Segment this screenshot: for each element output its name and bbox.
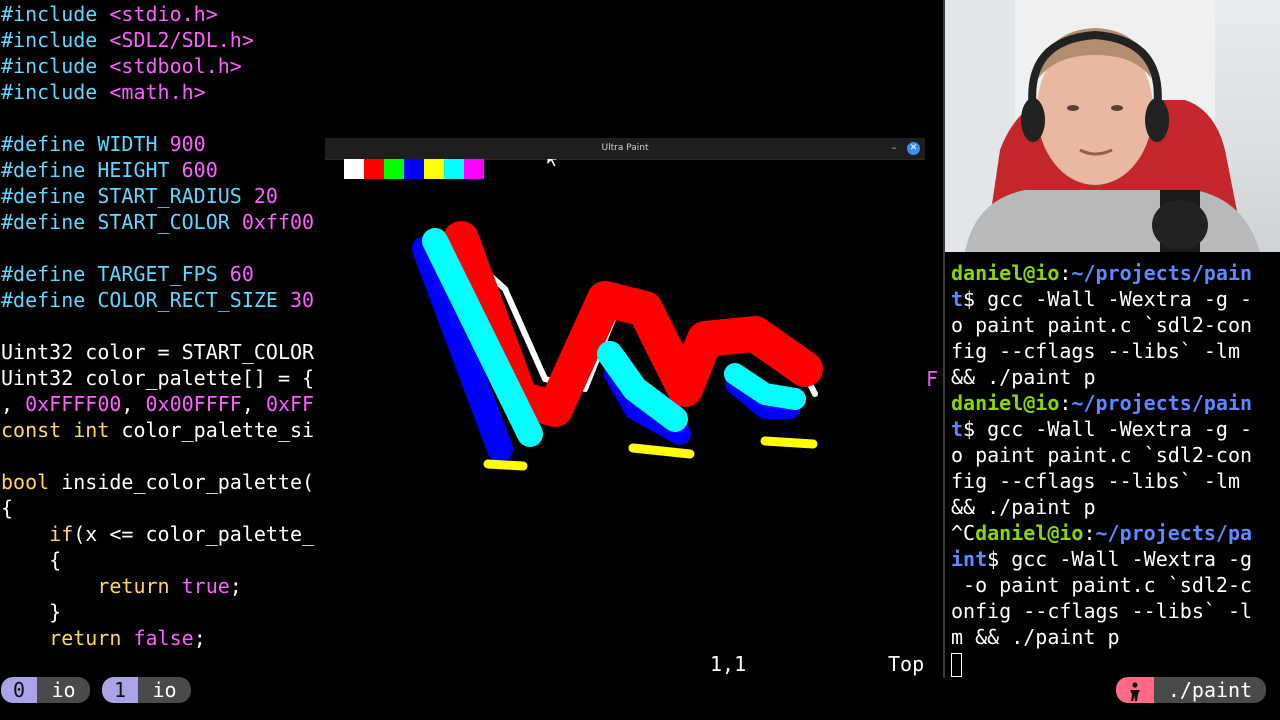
terminal-line: int$ gcc -Wall -Wextra -g <box>951 547 1253 571</box>
code-fragment: F <box>926 367 939 391</box>
code-line: { <box>1 548 62 572</box>
code-line: Uint32 color = START_COLOR <box>1 340 315 364</box>
terminal-pane[interactable]: daniel@io:~/projects/pain t$ gcc -Wall -… <box>945 252 1280 678</box>
terminal-line: daniel@io:~/projects/pain <box>951 391 1253 415</box>
minimize-button[interactable]: – <box>887 140 901 156</box>
tmux-window-0-name[interactable]: io <box>37 677 90 703</box>
palette-swatch[interactable] <box>384 159 404 179</box>
tmux-window-0-number[interactable]: 0 <box>1 677 37 703</box>
close-button[interactable]: ✕ <box>907 142 920 155</box>
code-line: if(x <= color_palette_ <box>49 522 315 546</box>
cursor-position: 1,1 <box>710 652 747 676</box>
code-line: } <box>1 600 62 624</box>
code-line: return true; <box>97 574 242 598</box>
code-line: #include <stdbool.h> <box>1 54 242 78</box>
tmux-window-1-number[interactable]: 1 <box>102 677 138 703</box>
palette-swatch[interactable] <box>464 159 484 179</box>
code-line: #define COLOR_RECT_SIZE 30 <box>1 288 315 312</box>
terminal-line: -o paint paint.c `sdl2-c <box>951 573 1253 597</box>
tmux-window-1-name[interactable]: io <box>138 677 191 703</box>
terminal-line: fig --cflags --libs` -lm <box>951 339 1240 363</box>
code-line: { <box>1 496 14 520</box>
color-palette[interactable] <box>344 159 484 179</box>
terminal-line: o paint paint.c `sdl2-con <box>951 443 1253 467</box>
terminal-line: ^Cdaniel@io:~/projects/pa <box>951 521 1253 545</box>
code-line: #define START_COLOR 0xff00 <box>1 210 315 234</box>
canvas-drawing[interactable] <box>325 149 925 560</box>
code-line: bool inside_color_palette( <box>1 470 315 494</box>
code-line: #include <math.h> <box>1 80 206 104</box>
brush-strokes <box>412 221 823 471</box>
code-line: #include <stdio.h> <box>1 2 218 26</box>
terminal-line: && ./paint p <box>951 495 1096 519</box>
palette-swatch[interactable] <box>344 159 364 179</box>
code-line: const int color_palette_si <box>1 418 315 442</box>
code-line: #include <SDL2/SDL.h> <box>1 28 254 52</box>
terminal-line: onfig --cflags --libs` -l <box>951 599 1253 623</box>
terminal-line: && ./paint p <box>951 365 1096 389</box>
tmux-status-bar <box>0 678 1280 720</box>
terminal-cursor <box>951 652 962 677</box>
tmux-current-process: ./paint <box>1154 677 1266 703</box>
window-titlebar[interactable]: Ultra Paint – ✕ <box>325 138 925 160</box>
code-line: #define START_RADIUS 20 <box>1 184 278 208</box>
palette-swatch[interactable] <box>424 159 444 179</box>
code-line: return false; <box>49 626 206 650</box>
code-line: #define HEIGHT 600 <box>1 158 218 182</box>
terminal-line: m && ./paint p <box>951 625 1120 649</box>
terminal-line: o paint paint.c `sdl2-con <box>951 313 1253 337</box>
terminal-line: t$ gcc -Wall -Wextra -g - <box>951 287 1253 311</box>
paint-canvas[interactable] <box>325 149 925 560</box>
terminal-cursor-line[interactable] <box>951 650 962 677</box>
palette-swatch[interactable] <box>404 159 424 179</box>
mouse-cursor-icon <box>546 149 560 168</box>
code-line: #define WIDTH 900 <box>1 132 206 156</box>
terminal-line: daniel@io:~/projects/pain <box>951 261 1253 285</box>
code-line: Uint32 color_palette[] = { <box>1 366 315 390</box>
palette-swatch[interactable] <box>364 159 384 179</box>
webcam-overlay <box>945 0 1280 252</box>
code-line: #define TARGET_FPS 60 <box>1 262 254 286</box>
palette-swatch[interactable] <box>444 159 464 179</box>
ultra-paint-window[interactable]: Ultra Paint – ✕ <box>325 138 925 560</box>
scroll-position: Top <box>888 652 925 676</box>
webcam-image <box>945 0 1260 252</box>
window-title: Ultra Paint <box>601 143 649 153</box>
terminal-line: t$ gcc -Wall -Wextra -g - <box>951 417 1253 441</box>
code-line: , 0xFFFF00, 0x00FFFF, 0xFF <box>1 392 315 416</box>
running-person-icon <box>1116 677 1154 703</box>
terminal-line: fig --cflags --libs` -lm <box>951 469 1240 493</box>
